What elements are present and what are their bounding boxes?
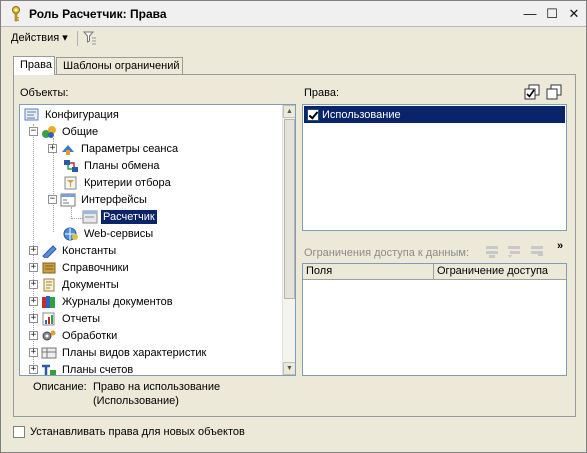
tree-item-label: Отчеты (62, 312, 101, 325)
tree-item-constants[interactable]: + Константы (29, 242, 118, 260)
expand-icon[interactable]: + (29, 365, 38, 374)
rights-item-label: Использование (322, 108, 401, 121)
minimize-button[interactable]: — (521, 5, 539, 23)
tree-item-reports[interactable]: + Отчеты (29, 310, 102, 327)
tree-item-raschetchik[interactable]: Расчетчик (82, 208, 157, 225)
toolbar-separator (77, 31, 78, 46)
tree-item-label: Журналы документов (62, 295, 173, 308)
restrictions-label: Ограничения доступа к данным: (304, 247, 470, 259)
tree-item-label: Расчетчик (101, 209, 157, 224)
tree-item-label: Интерфейсы (81, 193, 147, 206)
role-rights-window: Роль Расчетчик: Права — ☐ ✕ Действия ▾ П… (0, 0, 587, 453)
configuration-icon (24, 108, 40, 122)
rights-item-usage[interactable]: Использование (304, 106, 565, 123)
tree-item-label: Критерии отбора (84, 176, 171, 189)
key-icon (12, 6, 20, 22)
tree-item-data-processors[interactable]: + Обработки (29, 327, 119, 344)
tab-rights[interactable]: Права (13, 56, 55, 75)
tab-restriction-templates[interactable]: Шаблоны ограничений (56, 57, 183, 75)
characteristic-types-icon (41, 346, 57, 360)
tree-item-label: Планы обмена (84, 159, 160, 172)
tree-item-documents[interactable]: + Документы (29, 276, 121, 293)
collapse-icon[interactable]: − (48, 195, 57, 204)
tree-item-catalogs[interactable]: + Справочники (29, 259, 131, 276)
interfaces-icon (60, 193, 76, 207)
restrictions-table-header: Поля Ограничение доступа (303, 264, 566, 280)
scroll-down-icon[interactable]: ▼ (283, 362, 295, 375)
tree-item-exchange-plans[interactable]: Планы обмена (63, 157, 162, 174)
tree-item-label: Конфигурация (45, 108, 119, 121)
expand-icon[interactable]: + (29, 280, 38, 289)
objects-tree[interactable]: Конфигурация − Общие + Параметры сеанса … (19, 104, 296, 376)
restrictions-table[interactable]: Поля Ограничение доступа (302, 263, 567, 376)
tree-filter-icon[interactable] (82, 30, 98, 46)
description-text-line2: (Использование) (93, 395, 179, 407)
tree-item-label: Обработки (62, 329, 118, 342)
web-services-icon (63, 227, 79, 241)
expand-icon[interactable]: + (48, 144, 57, 153)
chart-of-accounts-icon (41, 363, 57, 375)
tree-item-document-journals[interactable]: + Журналы документов (29, 293, 175, 310)
actions-menu-button[interactable]: Действия ▾ (11, 31, 68, 44)
expand-icon[interactable]: + (29, 297, 38, 306)
tree-item-configuration[interactable]: Конфигурация (24, 106, 121, 123)
rights-label: Права: (304, 87, 340, 99)
check-all-icon[interactable] (524, 84, 540, 100)
description-text-line1: Право на использование (93, 381, 221, 393)
session-params-icon (60, 142, 76, 156)
window-title: Роль Расчетчик: Права (29, 7, 167, 21)
documents-icon (41, 278, 57, 292)
collapse-icon[interactable]: − (29, 127, 38, 136)
tree-item-filter-criteria[interactable]: Критерии отбора (63, 174, 173, 191)
interface-item-icon (82, 210, 98, 224)
tree-item-label: Параметры сеанса (81, 142, 179, 155)
common-icon (41, 125, 57, 139)
add-restriction-icon[interactable] (484, 243, 500, 259)
expand-icon[interactable]: + (29, 314, 38, 323)
edit-restriction-icon[interactable] (506, 243, 522, 259)
document-journals-icon (41, 295, 57, 309)
maximize-button[interactable]: ☐ (543, 5, 561, 23)
tree-item-interfaces[interactable]: − Интерфейсы (48, 191, 149, 208)
description-label: Описание: (33, 381, 87, 393)
expand-icon[interactable]: + (29, 246, 38, 255)
tree-item-session-params[interactable]: + Параметры сеанса (48, 140, 180, 157)
exchange-plans-icon (63, 159, 79, 173)
new-objects-rights-label: Устанавливать права для новых объектов (30, 426, 245, 438)
tree-item-chart-of-accounts[interactable]: + Планы счетов (29, 361, 135, 376)
uncheck-all-icon[interactable] (546, 84, 562, 100)
scrollbar-thumb[interactable] (284, 119, 295, 299)
toolbar: Действия ▾ (1, 27, 586, 49)
expand-icon[interactable]: + (29, 331, 38, 340)
tree-item-label: Документы (62, 278, 119, 291)
tree-item-common[interactable]: − Общие (29, 123, 100, 140)
tree-item-label: Web-сервисы (84, 227, 154, 240)
reports-icon (41, 312, 57, 326)
constants-icon (41, 244, 57, 260)
filter-criteria-icon (63, 176, 79, 190)
more-commands-button[interactable]: » (557, 240, 563, 252)
close-button[interactable]: ✕ (565, 5, 583, 23)
rights-list[interactable]: Использование (302, 104, 567, 231)
delete-restriction-icon[interactable] (529, 243, 545, 259)
column-header-fields[interactable]: Поля (303, 264, 434, 280)
tree-item-label: Планы счетов (62, 363, 134, 376)
scroll-up-icon[interactable]: ▲ (283, 105, 295, 118)
title-bar[interactable]: Роль Расчетчик: Права — ☐ ✕ (1, 1, 586, 27)
rights-item-checkbox[interactable] (307, 108, 319, 121)
expand-icon[interactable]: + (29, 263, 38, 272)
tree-item-label: Справочники (62, 261, 129, 274)
column-header-access-restriction[interactable]: Ограничение доступа (434, 264, 566, 280)
tree-item-characteristic-types[interactable]: + Планы видов характеристик (29, 344, 208, 361)
tree-item-label: Общие (62, 125, 99, 138)
tree-item-label: Константы (62, 244, 117, 257)
objects-label: Объекты: (20, 87, 69, 99)
tree-vertical-scrollbar[interactable]: ▲ ▼ (282, 105, 295, 375)
tree-item-label: Планы видов характеристик (62, 346, 207, 359)
data-processors-icon (41, 329, 57, 343)
new-objects-rights-checkbox[interactable] (13, 426, 25, 438)
catalogs-icon (41, 261, 57, 275)
tree-item-web-services[interactable]: Web-сервисы (63, 225, 155, 242)
expand-icon[interactable]: + (29, 348, 38, 357)
